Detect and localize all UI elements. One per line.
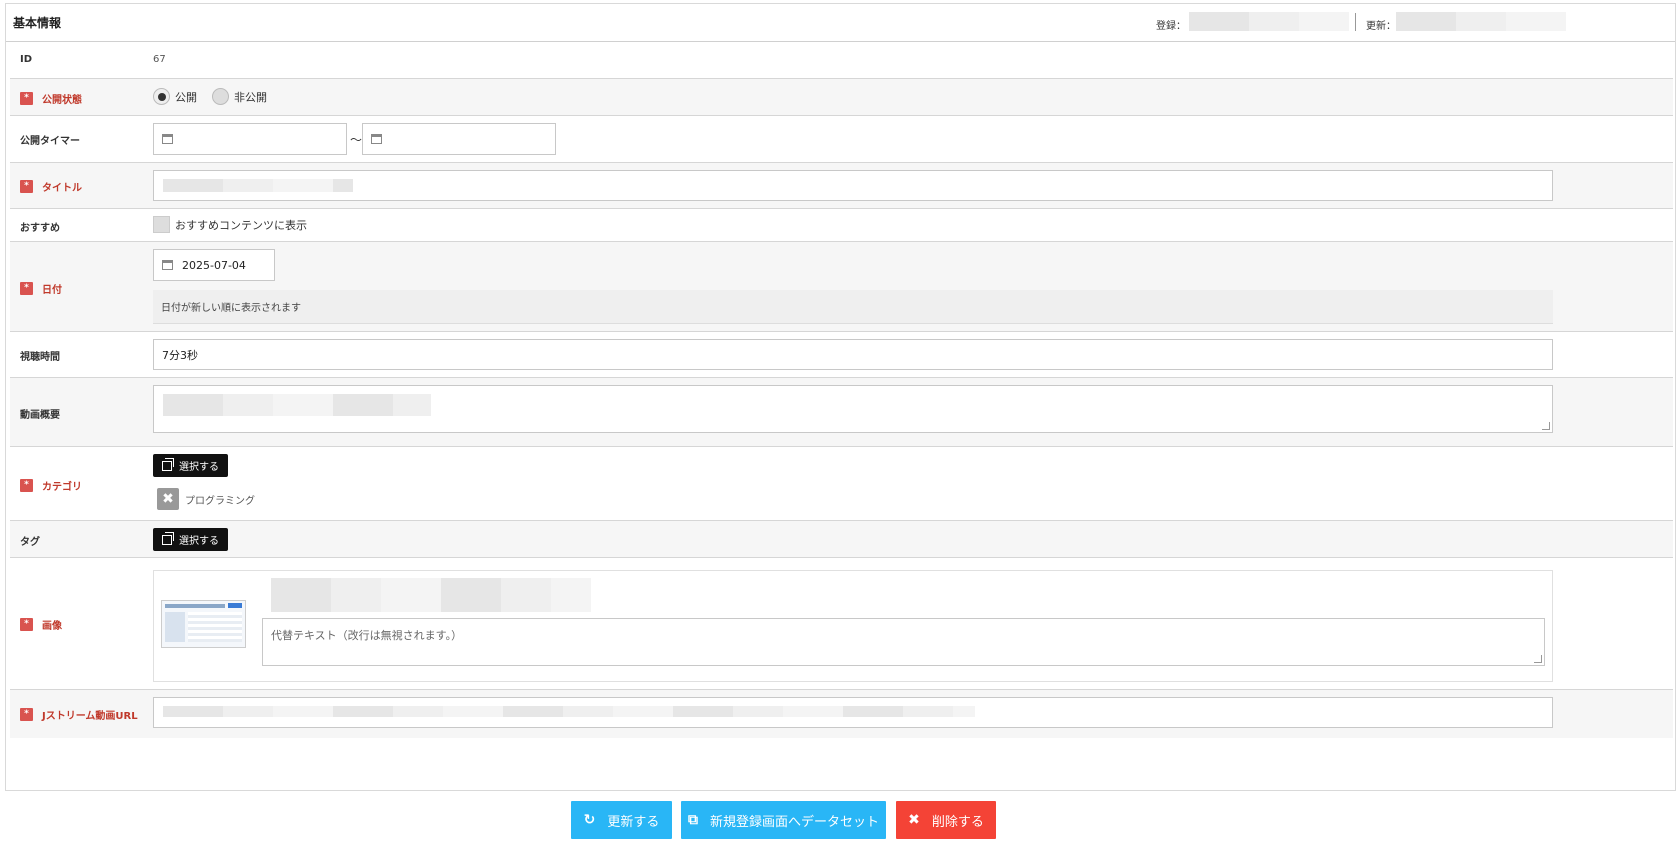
close-icon: ✖ [908,812,920,828]
image-filename-redacted [271,578,591,612]
video-url-label: * Jストリーム動画URL [20,707,138,722]
category-select-label: 選択する [179,462,219,473]
date-value: 2025-07-04 [182,258,246,272]
required-icon: * [20,618,33,631]
radio-public[interactable] [153,88,170,105]
tag-select-button[interactable]: 選択する [153,528,228,551]
row-summary: 動画概要 [10,378,1673,447]
required-icon: * [20,708,33,721]
required-icon: * [20,180,33,193]
image-alt-placeholder: 代替テキスト（改行は無視されます。） [271,629,463,642]
row-timer: 公開タイマー ～ [10,116,1673,163]
required-icon: * [20,282,33,295]
title-input[interactable] [153,170,1553,201]
resize-handle[interactable] [1542,422,1550,430]
required-icon: * [20,479,33,492]
timer-label: 公開タイマー [20,136,80,147]
delete-button-label: 削除する [931,814,984,830]
remove-category-icon[interactable]: ✖ [157,488,179,510]
row-id: ID 67 [10,43,1673,79]
title-label: * タイトル [20,179,82,194]
row-tag: タグ 選択する [10,521,1673,558]
video-url-input[interactable] [153,697,1553,728]
updated-date-redacted [1396,12,1566,31]
row-video-url: * Jストリーム動画URL [10,690,1673,738]
radio-private[interactable] [212,88,229,105]
date-label-text: 日付 [42,285,62,296]
duration-value: 7分3秒 [162,348,198,362]
status-label-text: 公開状態 [42,95,82,106]
radio-public-label[interactable]: 公開 [175,89,197,105]
copy-icon: ⧉ [687,812,698,828]
row-title: * タイトル [10,163,1673,209]
date-input[interactable]: 2025-07-04 [153,249,275,281]
window-icon [162,531,174,545]
title-label-text: タイトル [42,183,82,194]
row-image: * 画像 代替テキスト（改行は無視されます。） [10,558,1673,690]
status-label: * 公開状態 [20,91,82,106]
duration-label: 視聴時間 [20,352,60,363]
required-icon: * [20,92,33,105]
status-radio-group: 公開 非公開 [153,88,267,105]
summary-value-redacted [163,394,431,416]
window-icon [162,457,174,471]
update-button[interactable]: ↻ 更新する [571,801,672,839]
image-thumbnail[interactable] [161,600,246,648]
recommend-checkbox-label[interactable]: おすすめコンテンツに表示 [175,217,307,233]
image-alt-textarea[interactable]: 代替テキスト（改行は無視されます。） [262,618,1545,666]
recommend-checkbox-group: おすすめコンテンツに表示 [153,216,307,233]
radio-private-label[interactable]: 非公開 [234,89,267,105]
video-url-redacted [163,706,975,717]
title-value-redacted [163,179,353,192]
summary-textarea[interactable] [153,385,1553,433]
image-label-text: 画像 [42,621,62,632]
calendar-icon [371,134,382,144]
timer-start-input[interactable] [153,123,347,155]
recommend-checkbox[interactable] [153,216,170,233]
registered-date-redacted [1189,12,1349,31]
tag-select-label: 選択する [179,536,219,547]
updated-label: 更新： [1366,21,1396,32]
calendar-icon [162,260,173,270]
category-select-button[interactable]: 選択する [153,454,228,477]
duration-input[interactable]: 7分3秒 [153,339,1553,370]
row-date: * 日付 2025-07-04 日付が新しい順に表示されます [10,242,1673,332]
resize-handle[interactable] [1534,655,1542,663]
date-help-note: 日付が新しい順に表示されます [153,290,1553,324]
recommend-label: おすすめ [20,223,60,234]
row-duration: 視聴時間 7分3秒 [10,332,1673,378]
image-label: * 画像 [20,617,62,632]
date-label: * 日付 [20,281,62,296]
refresh-icon: ↻ [583,812,596,828]
header-divider [1355,13,1356,31]
id-value: 67 [153,54,166,65]
copy-to-new-button-label: 新規登録画面へデータセット [709,814,879,830]
summary-label: 動画概要 [20,410,60,421]
basic-info-panel: 基本情報 登録： 更新： ID 67 * 公開状態 公開 非公開 公開タイマー … [5,3,1676,791]
update-button-label: 更新する [607,814,660,830]
row-status: * 公開状態 公開 非公開 [10,79,1673,116]
category-label-text: カテゴリ [42,482,82,493]
category-label: * カテゴリ [20,478,82,493]
row-recommend: おすすめ おすすめコンテンツに表示 [10,209,1673,242]
row-category: * カテゴリ 選択する ✖ プログラミング [10,447,1673,521]
copy-to-new-button[interactable]: ⧉ 新規登録画面へデータセット [681,801,886,839]
image-panel: 代替テキスト（改行は無視されます。） [153,570,1553,682]
panel-title: 基本情報 [13,16,62,30]
timer-separator: ～ [350,133,363,147]
panel-header: 基本情報 登録： 更新： [6,4,1675,42]
id-label: ID [20,54,33,65]
registered-label: 登録： [1156,21,1186,32]
category-tag: ✖ プログラミング [157,488,255,510]
delete-button[interactable]: ✖ 削除する [896,801,996,839]
calendar-icon [162,134,173,144]
tag-label: タグ [20,537,40,548]
timer-end-input[interactable] [362,123,556,155]
category-tag-label: プログラミング [185,495,255,507]
video-url-label-text: Jストリーム動画URL [42,711,138,722]
